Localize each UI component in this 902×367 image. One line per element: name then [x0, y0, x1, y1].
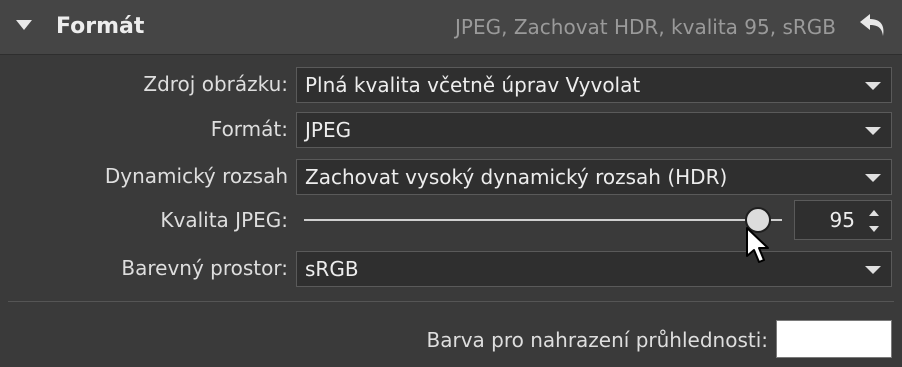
format-value: JPEG	[305, 118, 352, 142]
format-label: Formát:	[210, 117, 288, 141]
color-space-label: Barevný prostor:	[121, 256, 288, 280]
stepper-down-icon[interactable]	[869, 226, 879, 232]
jpeg-quality-label: Kvalita JPEG:	[160, 208, 288, 232]
color-space-select[interactable]: sRGB	[296, 251, 892, 287]
color-space-value: sRGB	[305, 257, 359, 281]
chevron-down-icon	[865, 82, 881, 90]
source-value: Plná kvalita včetně úprav Vyvolat	[305, 73, 641, 97]
section-header[interactable]: Formát JPEG, Zachovat HDR, kvalita 95, s…	[0, 0, 902, 55]
dynamic-range-select[interactable]: Zachovat vysoký dynamický rozsah (HDR)	[296, 159, 892, 195]
jpeg-quality-stepper[interactable]: 95	[794, 200, 892, 240]
stepper-up-icon[interactable]	[869, 210, 879, 216]
undo-arrow-icon[interactable]	[856, 8, 890, 42]
chevron-down-icon	[865, 127, 881, 135]
mouse-pointer-icon	[746, 227, 769, 263]
chevron-down-icon	[865, 266, 881, 274]
transparency-color-swatch[interactable]	[776, 320, 892, 358]
dynamic-range-value: Zachovat vysoký dynamický rozsah (HDR)	[305, 165, 728, 189]
source-label: Zdroj obrázku:	[143, 72, 288, 96]
jpeg-quality-slider-track[interactable]	[304, 219, 782, 221]
divider	[8, 301, 894, 302]
transparency-color-label: Barva pro nahrazení průhlednosti:	[426, 328, 769, 352]
dynamic-range-label: Dynamický rozsah	[104, 164, 288, 188]
chevron-down-icon	[865, 174, 881, 182]
format-summary: JPEG, Zachovat HDR, kvalita 95, sRGB	[455, 15, 836, 39]
jpeg-quality-value[interactable]: 95	[830, 208, 855, 232]
section-title: Formát	[56, 14, 145, 39]
format-select[interactable]: JPEG	[296, 112, 892, 148]
triangle-down-icon[interactable]	[16, 20, 32, 30]
source-select[interactable]: Plná kvalita včetně úprav Vyvolat	[296, 67, 892, 103]
